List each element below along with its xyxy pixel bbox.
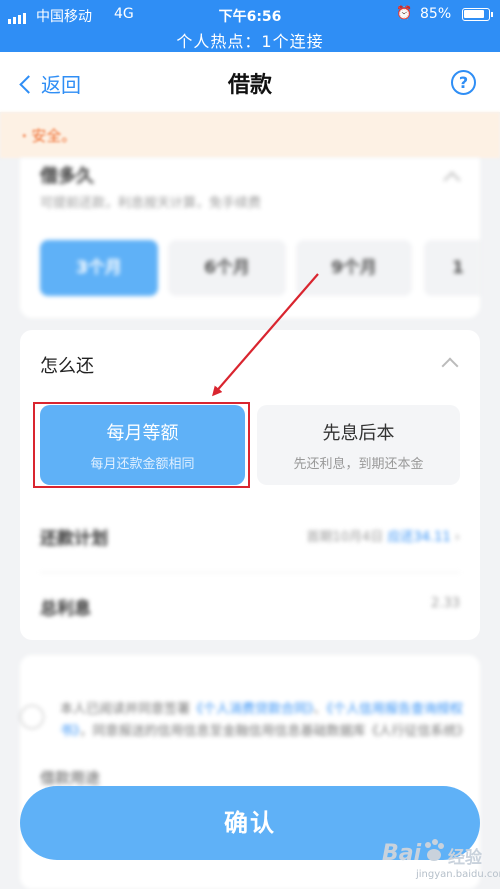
loan-term-card: 借多久 可提前还款，利息按天计算，免手续费 3个月 6个月 9个月 1 [20, 158, 480, 318]
option-title: 先息后本 [322, 423, 395, 444]
term-option-12-months[interactable]: 1 [424, 240, 480, 296]
hotspot-banner[interactable]: 个人热点：1个连接 [0, 28, 500, 52]
help-icon[interactable]: ? [451, 70, 476, 95]
credit-system-link[interactable]: 《人行征信系统》 [366, 724, 470, 739]
annotation-highlight-box [33, 402, 250, 488]
nav-bar: 返回 借款 ? [0, 52, 500, 112]
loan-purpose-label[interactable]: 借款用途 [40, 767, 100, 788]
total-interest-row: 总利息 2.33 [40, 592, 460, 622]
agree-checkbox[interactable] [20, 705, 44, 729]
loan-term-title: 借多久 [40, 166, 94, 187]
chevron-right-icon: › [454, 530, 460, 545]
interest-label: 总利息 [40, 599, 91, 619]
chevron-up-icon[interactable] [443, 171, 461, 189]
option-subtitle: 先还利息，到期还本金 [293, 457, 424, 472]
chevron-up-icon[interactable] [441, 357, 459, 375]
page-title: 借款 [227, 73, 272, 98]
notice-bar: ꞏ 安全。 [0, 112, 500, 158]
term-option-3-months[interactable]: 3个月 [40, 240, 158, 296]
plan-label: 还款计划 [40, 529, 108, 549]
plan-amount: 应还34.11 [387, 530, 451, 545]
battery-percent: 85% [420, 6, 452, 22]
notice-text: ꞏ 安全。 [22, 127, 77, 145]
plan-value: 首期10月4日 应还34.11 › [306, 526, 460, 545]
watermark-brand: 经验 [448, 848, 482, 868]
repayment-title: 怎么还 [40, 356, 94, 377]
interest-value: 2.33 [431, 596, 460, 611]
agreement-separator: 、 [313, 702, 327, 717]
term-option-6-months[interactable]: 6个月 [168, 240, 286, 296]
alarm-icon: ⏰ [396, 6, 413, 21]
agreement-prefix: 本人已阅读并同意签署 [60, 702, 191, 717]
agreement-text: 本人已阅读并同意签署《个人消费贷款合同》、《个人信用报告查询授权书》，同意报送的… [60, 699, 470, 743]
paw-icon [425, 839, 444, 861]
battery-icon [462, 8, 493, 21]
plan-date: 首期10月4日 [306, 530, 384, 545]
loan-contract-link[interactable]: 《个人消费贷款合同》 [190, 702, 314, 717]
repayment-plan-row[interactable]: 还款计划 首期10月4日 应还34.11 › [40, 522, 460, 552]
repayment-option-interest-first[interactable]: 先息后本 先还利息，到期还本金 [257, 405, 460, 485]
watermark-url: jingyan.baidu.com [416, 869, 500, 880]
agreement-suffix: 的信用信息至金融信用信息基础数据库 [144, 724, 366, 739]
divider [40, 572, 460, 573]
watermark: Bai 经验 jingyan.baidu.com [376, 835, 500, 889]
status-bar: 中国移动 4G 下午6:56 ⏰ 85% 个人热点：1个连接 [0, 0, 500, 52]
agreement-middle: ，同意报送 [79, 724, 145, 739]
watermark-logo: Bai [382, 841, 422, 866]
loan-term-subtitle: 可提前还款，利息按天计算，免手续费 [40, 196, 262, 211]
term-option-9-months[interactable]: 9个月 [296, 240, 412, 296]
